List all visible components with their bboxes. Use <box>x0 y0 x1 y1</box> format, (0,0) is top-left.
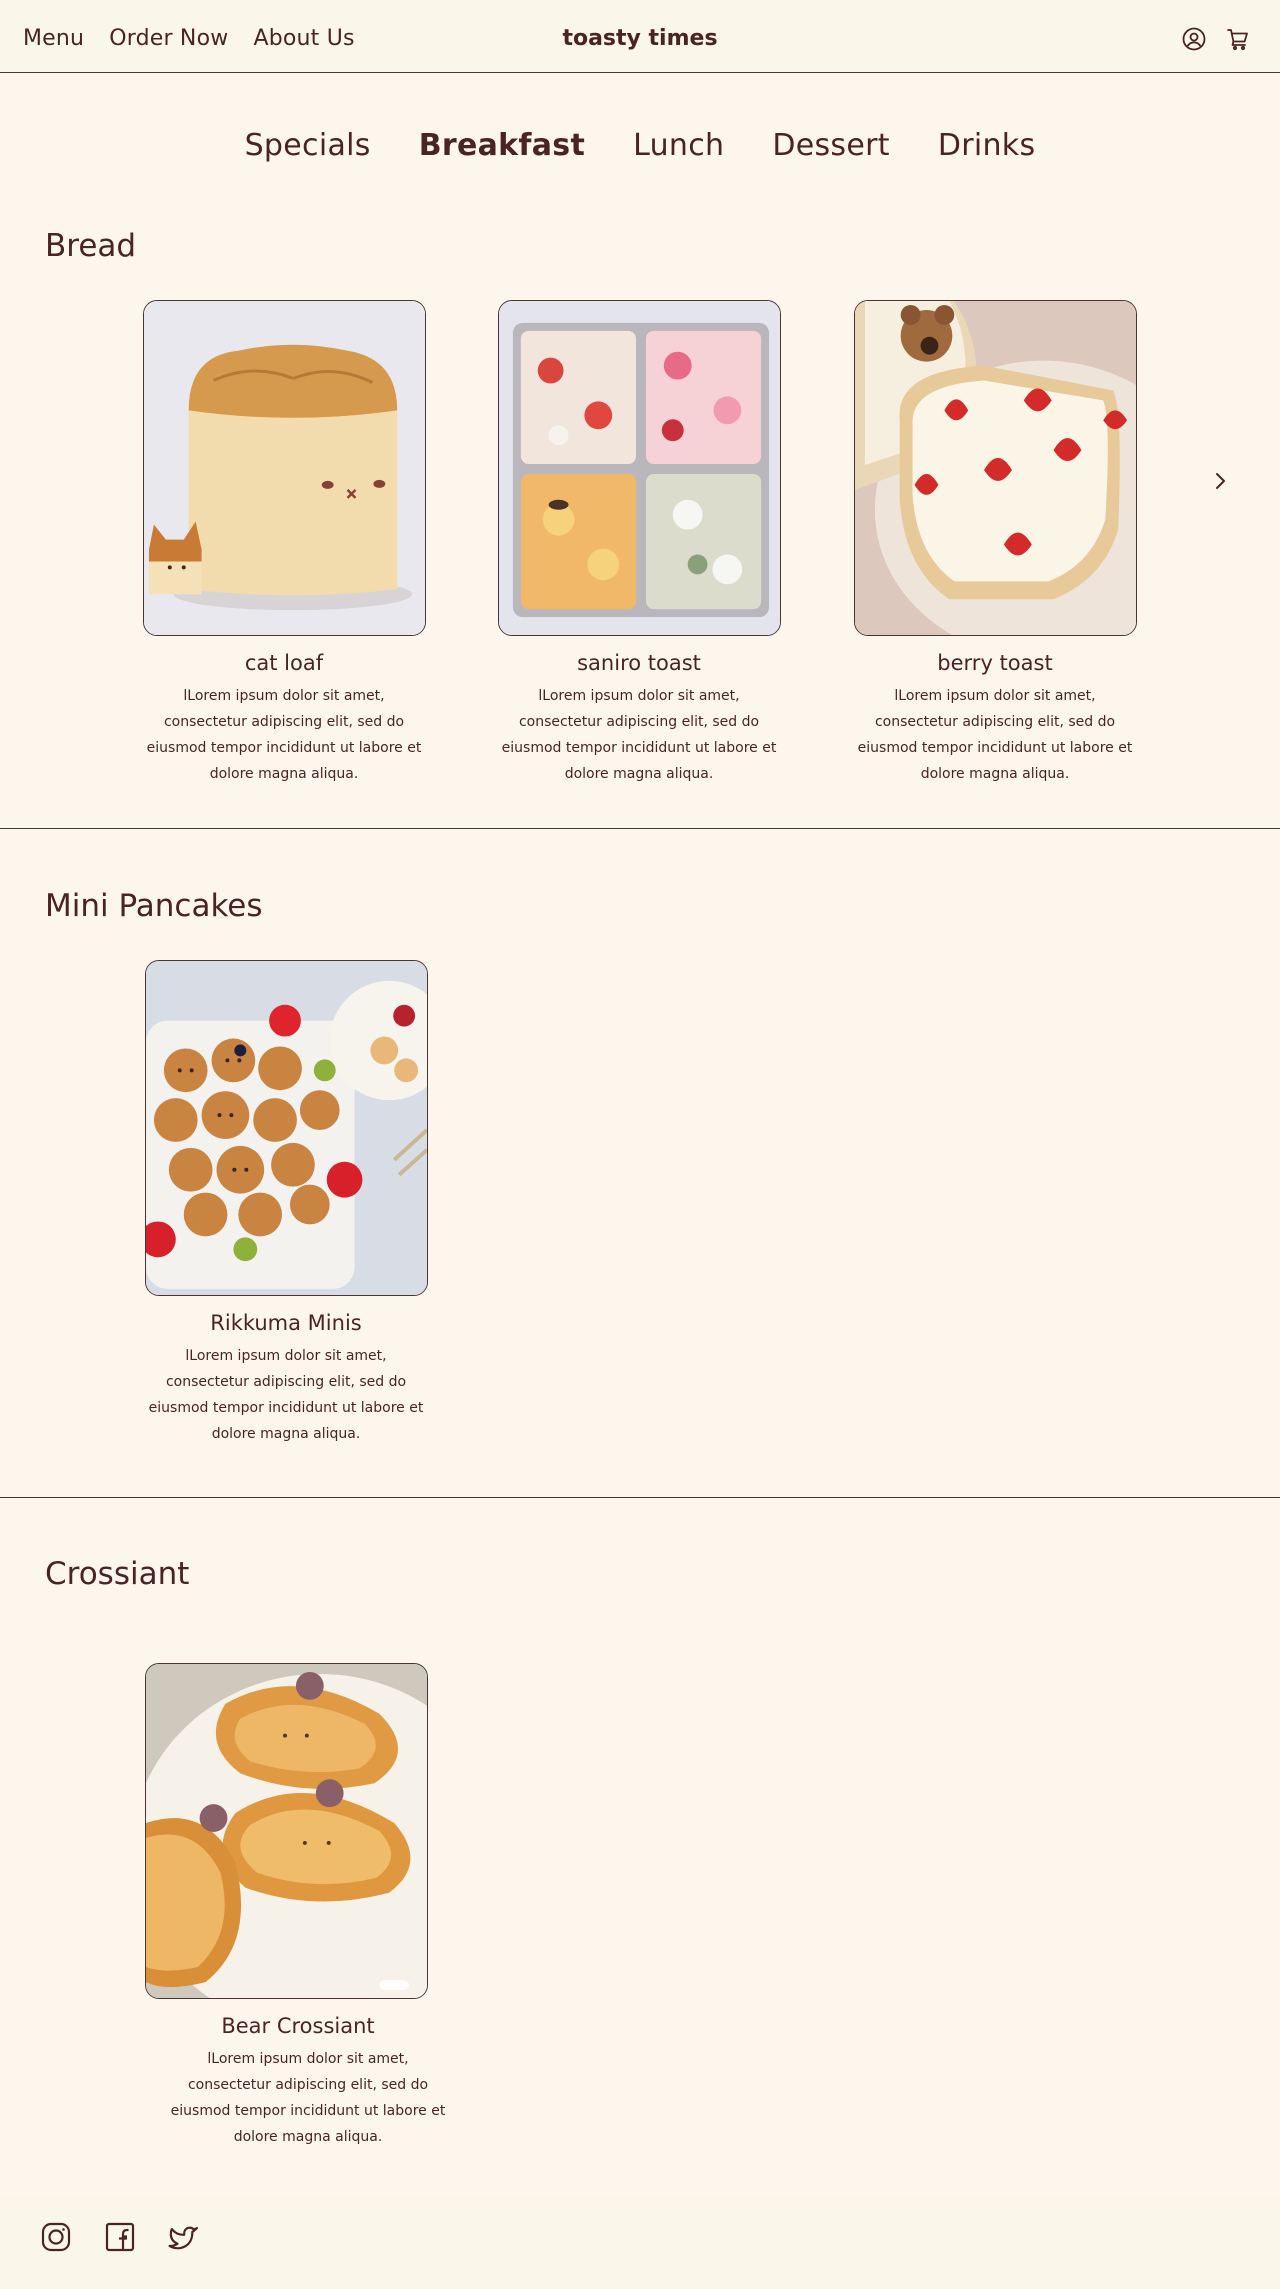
menu-card: Rikkuma Minis lLorem ipsum dolor sit ame… <box>141 960 431 1447</box>
tab-dessert[interactable]: Dessert <box>772 128 889 163</box>
brand-logo-text[interactable]: toasty times <box>562 26 717 51</box>
menu-item-title: berry toast <box>937 651 1053 675</box>
rikkuma-minis-image[interactable] <box>145 960 428 1296</box>
main-nav: Menu Order Now About Us <box>23 26 355 51</box>
social-links <box>40 2221 200 2253</box>
cart-icon[interactable] <box>1226 27 1250 51</box>
nav-menu-link[interactable]: Menu <box>23 26 84 51</box>
menu-item-title: Bear Crossiant <box>221 2014 375 2038</box>
saniro-toast-image[interactable] <box>498 300 781 636</box>
category-tabs: Specials Breakfast Lunch Dessert Drinks <box>0 128 1280 163</box>
menu-card: cat loaf lLorem ipsum dolor sit amet, co… <box>139 300 429 787</box>
tab-drinks[interactable]: Drinks <box>938 128 1036 163</box>
menu-item-title: cat loaf <box>244 651 324 675</box>
menu-item-description: lLorem ipsum dolor sit amet, consectetur… <box>148 1348 424 1442</box>
menu-card: Bear Crossiant lLorem ipsum dolor sit am… <box>141 1663 445 2150</box>
menu-card: saniro toast lLorem ipsum dolor sit amet… <box>494 300 784 787</box>
menu-item-title: saniro toast <box>577 651 701 675</box>
tab-breakfast[interactable]: Breakfast <box>419 128 585 163</box>
account-icon[interactable] <box>1182 27 1206 51</box>
header-actions <box>1182 27 1250 51</box>
section-title-bread: Bread <box>45 228 137 264</box>
menu-item-description: lLorem ipsum dolor sit amet, consectetur… <box>501 688 777 782</box>
section-title-crossiant: Crossiant <box>45 1556 190 1592</box>
berry-toast-image[interactable] <box>854 300 1137 636</box>
chevron-right-icon[interactable] <box>1206 467 1234 495</box>
menu-item-description: lLorem ipsum dolor sit amet, consectetur… <box>146 688 422 782</box>
bear-crossiant-image[interactable] <box>145 1663 428 1999</box>
facebook-icon[interactable] <box>104 2221 136 2253</box>
section-divider <box>0 1497 1280 1498</box>
nav-about-us-link[interactable]: About Us <box>253 26 354 51</box>
tab-specials[interactable]: Specials <box>245 128 371 163</box>
menu-item-description: lLorem ipsum dolor sit amet, consectetur… <box>857 688 1133 782</box>
site-header: Menu Order Now About Us toasty times <box>0 0 1280 73</box>
tab-lunch[interactable]: Lunch <box>633 128 724 163</box>
menu-item-title: Rikkuma Minis <box>210 1311 362 1335</box>
section-title-mini-pancakes: Mini Pancakes <box>45 888 263 924</box>
cat-loaf-image[interactable] <box>143 300 426 636</box>
section-divider <box>0 828 1280 829</box>
nav-order-now-link[interactable]: Order Now <box>109 26 228 51</box>
menu-item-description: lLorem ipsum dolor sit amet, consectetur… <box>170 2051 446 2145</box>
site-footer <box>0 2197 1280 2289</box>
twitter-icon[interactable] <box>168 2221 200 2253</box>
menu-card: berry toast lLorem ipsum dolor sit amet,… <box>850 300 1140 787</box>
instagram-icon[interactable] <box>40 2221 72 2253</box>
